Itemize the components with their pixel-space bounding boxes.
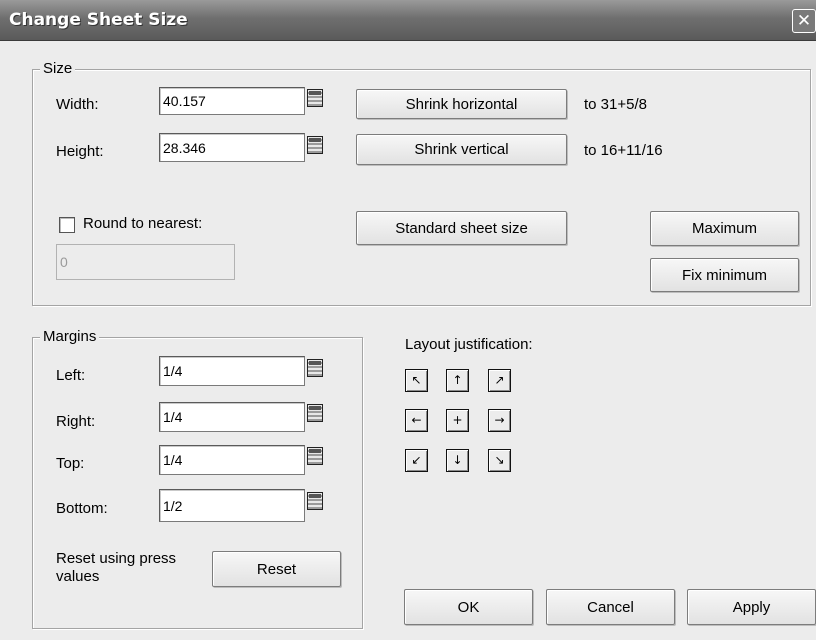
width-field[interactable] <box>159 87 305 115</box>
justify-top-left-button[interactable]: ↖ <box>405 369 428 392</box>
close-button[interactable]: ✕ <box>792 9 816 33</box>
justify-left-button[interactable]: ← <box>405 409 428 432</box>
ok-button[interactable]: OK <box>404 589 533 625</box>
left-margin-field[interactable] <box>159 356 305 386</box>
arrow-right-icon: → <box>494 413 505 427</box>
arrow-up-right-icon: ↗ <box>494 373 505 387</box>
top-margin-field[interactable] <box>159 445 305 475</box>
size-legend: Size <box>40 60 76 77</box>
calculator-icon[interactable] <box>307 136 323 154</box>
close-icon: ✕ <box>796 11 812 30</box>
round-to-nearest-checkbox[interactable] <box>59 217 75 233</box>
cancel-button[interactable]: Cancel <box>546 589 675 625</box>
reset-description: Reset using press values <box>56 550 177 585</box>
arrow-up-icon: ↑ <box>452 373 463 387</box>
height-label: Height: <box>56 143 104 160</box>
bottom-margin-field[interactable] <box>159 489 305 522</box>
calculator-icon[interactable] <box>307 89 323 107</box>
justify-bottom-right-button[interactable]: ↘ <box>488 449 511 472</box>
round-to-nearest-field <box>56 244 235 280</box>
layout-justification-label: Layout justification: <box>405 336 533 353</box>
right-margin-field[interactable] <box>159 402 305 432</box>
justify-top-button[interactable]: ↑ <box>446 369 469 392</box>
justify-top-right-button[interactable]: ↗ <box>488 369 511 392</box>
shrink-vertical-result: to 16+11/16 <box>584 142 663 159</box>
arrow-left-icon: ← <box>411 413 422 427</box>
standard-sheet-size-button[interactable]: Standard sheet size <box>356 211 567 245</box>
fix-minimum-button[interactable]: Fix minimum <box>650 258 799 292</box>
right-margin-label: Right: <box>56 413 96 430</box>
round-to-nearest-label: Round to nearest: <box>83 215 203 232</box>
maximum-button[interactable]: Maximum <box>650 211 799 246</box>
shrink-horizontal-result: to 31+5/8 <box>584 96 647 113</box>
justify-bottom-left-button[interactable]: ↙ <box>405 449 428 472</box>
shrink-horizontal-button[interactable]: Shrink horizontal <box>356 89 567 119</box>
arrow-down-icon: ↓ <box>452 453 463 467</box>
left-margin-label: Left: <box>56 367 86 384</box>
calculator-icon[interactable] <box>307 404 323 422</box>
bottom-margin-label: Bottom: <box>56 500 108 517</box>
justify-right-button[interactable]: → <box>488 409 511 432</box>
shrink-vertical-button[interactable]: Shrink vertical <box>356 134 567 165</box>
arrow-down-left-icon: ↙ <box>411 453 422 467</box>
arrow-down-right-icon: ↘ <box>494 453 505 467</box>
window-title: Change Sheet Size <box>9 10 188 30</box>
width-label: Width: <box>56 96 99 113</box>
arrow-up-left-icon: ↖ <box>411 373 422 387</box>
top-margin-label: Top: <box>56 455 85 472</box>
height-field[interactable] <box>159 133 305 162</box>
reset-button[interactable]: Reset <box>212 551 341 587</box>
apply-button[interactable]: Apply <box>687 589 816 625</box>
margins-legend: Margins <box>40 328 100 345</box>
justify-bottom-button[interactable]: ↓ <box>446 449 469 472</box>
calculator-icon[interactable] <box>307 447 323 465</box>
justify-center-button[interactable]: + <box>446 409 469 432</box>
calculator-icon[interactable] <box>307 492 323 510</box>
calculator-icon[interactable] <box>307 359 323 377</box>
plus-icon: + <box>452 413 463 427</box>
